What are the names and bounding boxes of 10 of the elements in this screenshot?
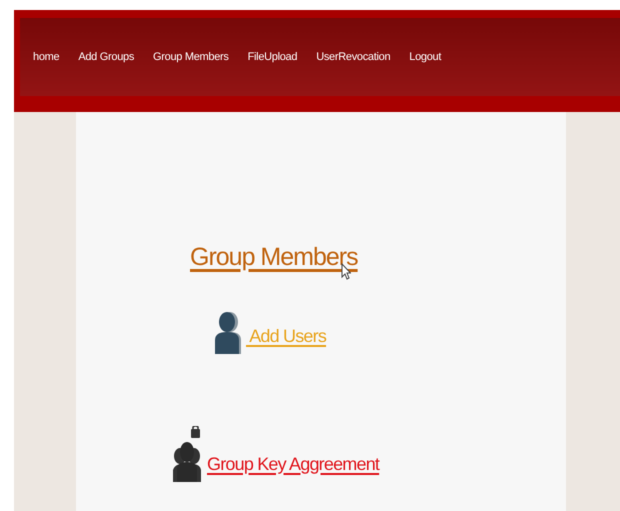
user-icon: [213, 310, 241, 356]
nav-link[interactable]: Add Groups: [78, 48, 134, 66]
nav-link[interactable]: Group Members: [153, 48, 229, 66]
nav-link[interactable]: UserRevocation: [316, 48, 390, 66]
page-heading[interactable]: Group Members: [190, 243, 358, 271]
nav-link[interactable]: FileUpload: [248, 48, 298, 66]
nav-link[interactable]: Logout: [409, 48, 442, 66]
link[interactable]: Group Key Aggreement: [207, 450, 380, 478]
group-lock-icon: [172, 426, 202, 484]
nav-link[interactable]: home: [33, 48, 60, 66]
